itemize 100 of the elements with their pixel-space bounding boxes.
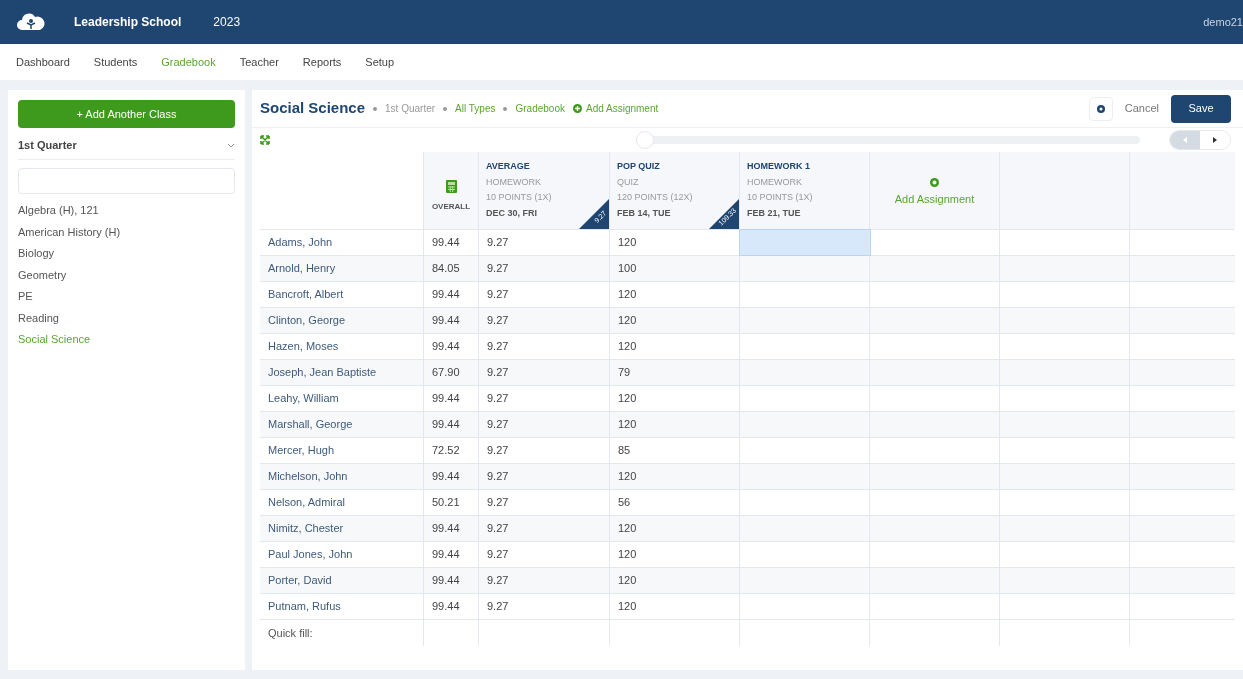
table-cell: 99.44: [424, 464, 479, 489]
nav-link[interactable]: Reports: [302, 53, 342, 71]
class-item[interactable]: American History (H): [18, 223, 235, 240]
table-cell: 9.27: [479, 386, 610, 411]
table-cell: 9.27: [479, 464, 610, 489]
chevron-icon: [227, 143, 235, 148]
save-button[interactable]: Save: [1171, 94, 1231, 123]
table-cell: 99.44: [424, 386, 479, 411]
table-cell: 9.27: [479, 360, 610, 385]
table-cell: 9.27: [479, 256, 610, 281]
table-cell: 120: [610, 412, 740, 437]
student-name: Bancroft, Albert: [260, 282, 424, 307]
class-item[interactable]: PE: [18, 288, 235, 305]
assignment-type: QUIZ: [617, 175, 639, 189]
class-item[interactable]: Geometry: [18, 266, 235, 283]
plus-circle-icon: [572, 104, 582, 113]
table-cell: 9.27: [479, 542, 610, 567]
plus-circle-icon[interactable]: [930, 177, 939, 187]
table-cell: 9.27: [479, 568, 610, 593]
table-cell: 9.27: [479, 308, 610, 333]
table-cell: 120: [610, 568, 740, 593]
table-cell: 120: [610, 334, 740, 359]
table-cell: 99.44: [424, 412, 479, 437]
user-name: demo21: [1203, 14, 1243, 30]
table-cell: 56: [610, 490, 740, 515]
school-name: Leadership School: [74, 14, 182, 31]
grade-input-cell[interactable]: [740, 230, 870, 255]
table-cell: 99.44: [424, 542, 479, 567]
student-name: Putnam, Rufus: [260, 594, 424, 619]
nav-link[interactable]: Dashboard: [16, 53, 70, 71]
assignment-type: HOMEWORK: [747, 175, 802, 189]
table-cell: 9.27: [479, 438, 610, 463]
student-name: Nimitz, Chester: [260, 516, 424, 541]
table-cell: 67.90: [424, 360, 479, 385]
assignment-name[interactable]: AVERAGE: [486, 160, 530, 174]
overall-header: OVERALL: [431, 201, 471, 213]
student-name: Porter, David: [260, 568, 424, 593]
nav-link[interactable]: Setup: [365, 53, 395, 71]
student-name: Michelson, John: [260, 464, 424, 489]
student-name: Mercer, Hugh: [260, 438, 424, 463]
student-name: Leahy, William: [260, 386, 424, 411]
cancel-button[interactable]: Cancel: [1120, 100, 1163, 117]
assignment-name[interactable]: POP QUIZ: [617, 160, 660, 174]
add-class-button[interactable]: + Add Another Class: [18, 100, 235, 128]
assignment-date: FEB 14, TUE: [617, 206, 671, 220]
student-name: Joseph, Jean Baptiste: [260, 360, 424, 385]
quick-fill-label: Quick fill:: [260, 620, 424, 646]
table-cell: 99.44: [424, 334, 479, 359]
assignment-points: 10 POINTS (1X): [486, 191, 552, 204]
assignment-date: DEC 30, FRI: [486, 206, 537, 220]
settings-button[interactable]: [1088, 96, 1113, 121]
table-cell: 120: [610, 464, 740, 489]
left-triangle-icon: [1183, 137, 1187, 143]
table-cell: 50.21: [424, 490, 479, 515]
table-cell: 120: [610, 594, 740, 619]
right-triangle-icon: [1213, 137, 1217, 143]
table-cell: 100: [610, 256, 740, 281]
student-name: Clinton, George: [260, 308, 424, 333]
expand-icon[interactable]: [260, 135, 270, 145]
table-cell: 79: [610, 360, 740, 385]
settings-icon: [1095, 103, 1106, 114]
table-cell: 99.44: [424, 516, 479, 541]
nav-link[interactable]: Students: [93, 53, 138, 71]
student-name: Paul Jones, John: [260, 542, 424, 567]
class-item[interactable]: Reading: [18, 309, 235, 326]
table-cell: 9.27: [479, 334, 610, 359]
student-name: Arnold, Henry: [260, 256, 424, 281]
class-title: Social Science: [260, 98, 366, 119]
table-cell: 9.27: [479, 412, 610, 437]
table-cell: 9.27: [479, 282, 610, 307]
year-label: 2023: [213, 14, 241, 31]
assignment-name[interactable]: HOMEWORK 1: [747, 160, 810, 174]
class-item[interactable]: Algebra (H), 121: [18, 202, 235, 219]
nav-link[interactable]: Teacher: [239, 53, 279, 71]
table-cell: 120: [610, 516, 740, 541]
student-name: Nelson, Admiral: [260, 490, 424, 515]
table-cell: 120: [610, 308, 740, 333]
assignment-points: 10 POINTS (1X): [747, 191, 813, 204]
term-select[interactable]: 1st Quarter: [18, 132, 235, 160]
table-cell: 9.27: [479, 594, 610, 619]
table-cell: 120: [610, 282, 740, 307]
assignment-type: HOMEWORK: [486, 175, 541, 189]
table-cell: 99.44: [424, 282, 479, 307]
class-item[interactable]: Biology: [18, 245, 235, 262]
table-cell: 99.44: [424, 594, 479, 619]
student-name: Adams, John: [260, 230, 424, 255]
assignment-points: 120 POINTS (12X): [617, 191, 693, 204]
table-cell: 72.52: [424, 438, 479, 463]
table-cell: 99.44: [424, 568, 479, 593]
table-cell: 84.05: [424, 256, 479, 281]
table-cell: 120: [610, 542, 740, 567]
table-cell: 99.44: [424, 308, 479, 333]
table-cell: 85: [610, 438, 740, 463]
calculator-icon: [445, 180, 457, 193]
table-cell: 9.27: [479, 516, 610, 541]
table-cell: 9.27: [479, 230, 610, 255]
table-cell: 99.44: [424, 230, 479, 255]
student-name: Marshall, George: [260, 412, 424, 437]
student-name: Hazen, Moses: [260, 334, 424, 359]
search-field[interactable]: [18, 168, 235, 194]
